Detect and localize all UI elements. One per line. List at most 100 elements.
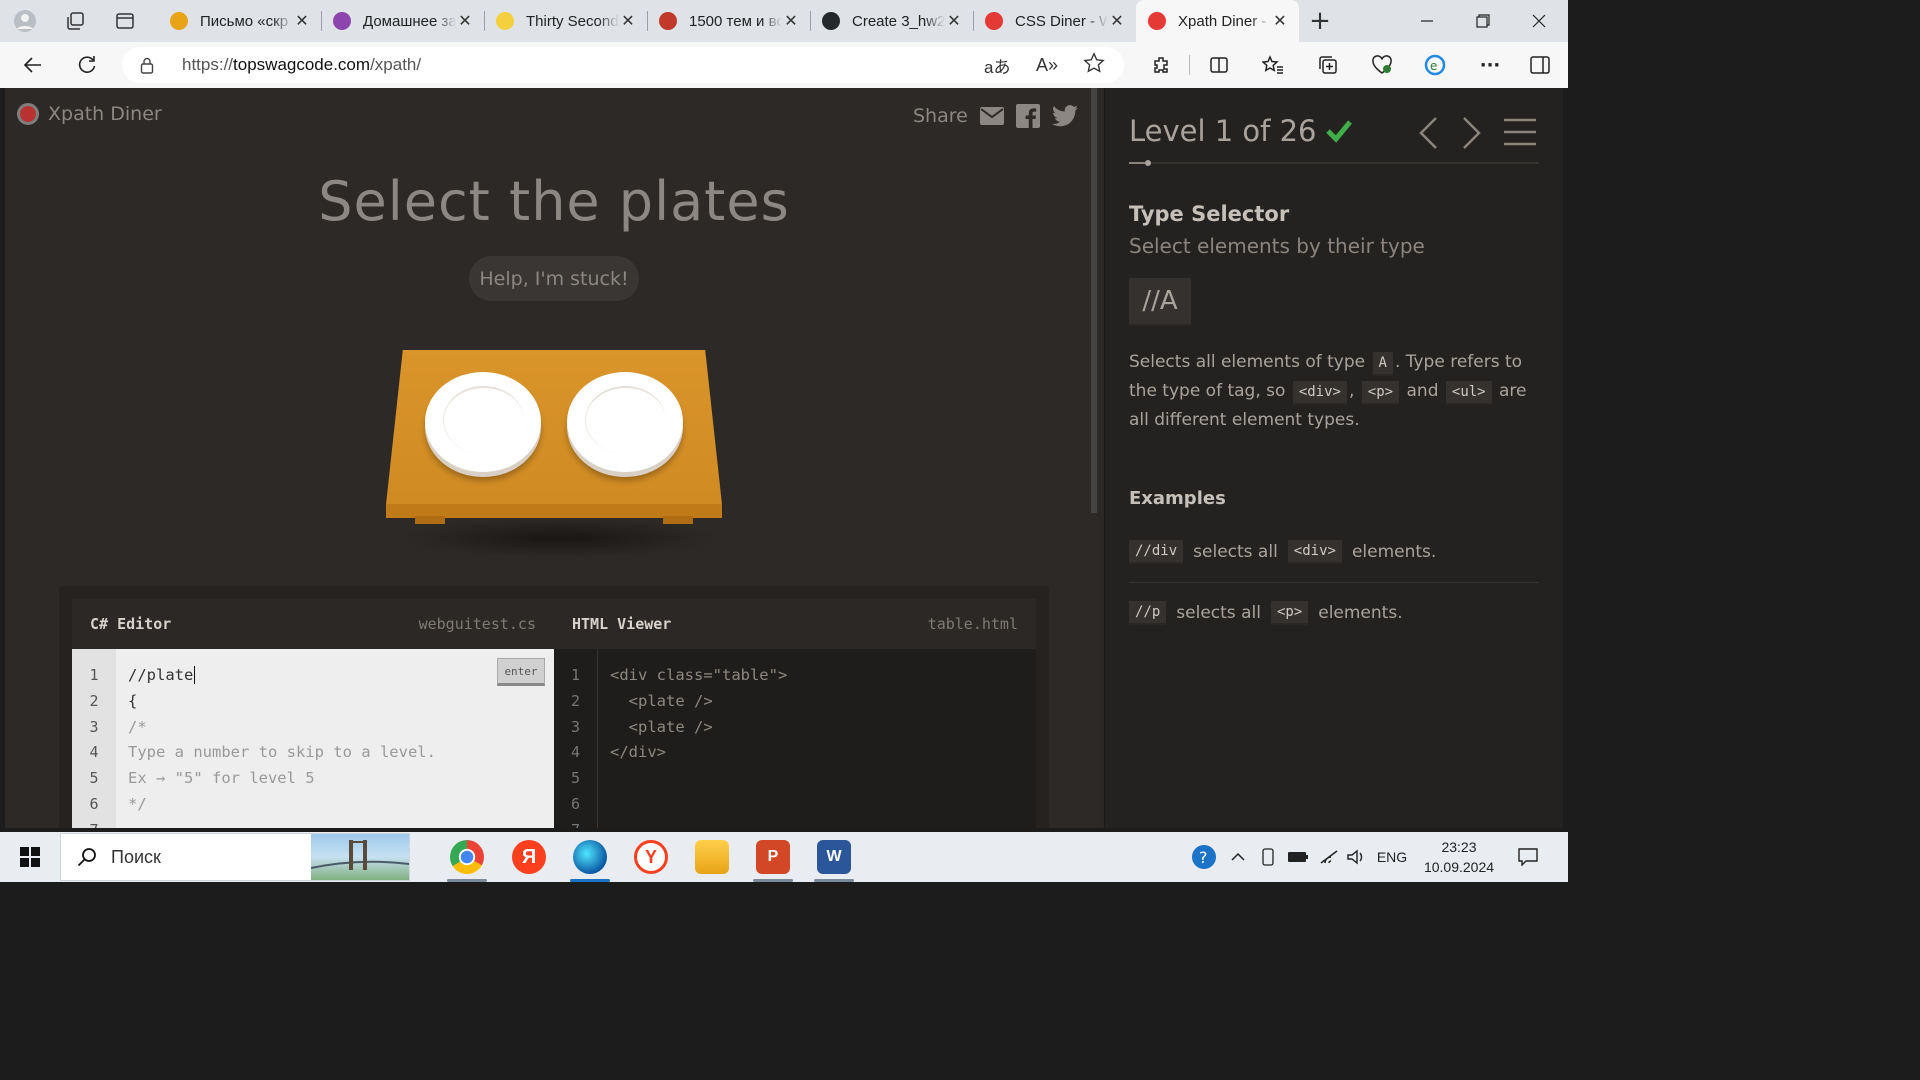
edge-icon[interactable]	[573, 840, 607, 874]
clock-date: 10.09.2024	[1423, 859, 1495, 875]
favicon-icon	[822, 12, 840, 30]
selector-input[interactable]: //plate{/* Type a number to skip to a lev…	[116, 649, 554, 828]
more-menu-icon[interactable]: ···	[1470, 42, 1510, 88]
browser-tab[interactable]: Письмо «скр ✕	[158, 0, 321, 42]
facebook-icon[interactable]	[1015, 104, 1040, 128]
html-markup: <div class="table"> <plate /> <plate /> <…	[610, 666, 788, 762]
plate[interactable]	[425, 372, 541, 472]
tab-title: Create 3_hw2	[852, 12, 945, 30]
restore-button[interactable]	[1455, 0, 1511, 42]
back-button[interactable]	[8, 42, 58, 88]
close-tab-icon[interactable]: ✕	[945, 11, 963, 31]
tab-title: CSS Diner - W	[1015, 12, 1108, 30]
running-indicator	[753, 879, 793, 882]
url-field[interactable]: https://topswagcode.com/xpath/ aあ A»	[122, 47, 1124, 83]
minimize-button[interactable]	[1399, 0, 1455, 42]
browser-tab[interactable]: Thirty Second ✕	[484, 0, 647, 42]
translate-icon[interactable]: aあ	[984, 53, 1010, 78]
level-menu-icon[interactable]	[1503, 118, 1537, 150]
yandex-browser-icon[interactable]: Y	[634, 840, 668, 874]
favorites-icon[interactable]	[1253, 42, 1293, 88]
favicon-icon	[1148, 12, 1166, 30]
chrome-icon[interactable]	[450, 840, 484, 874]
brand-label: Xpath Diner	[48, 103, 162, 125]
logo-icon	[17, 103, 39, 125]
html-viewer: HTML Viewer table.html 1234567 <div clas…	[554, 599, 1036, 828]
word-icon[interactable]: W	[817, 840, 851, 874]
brand[interactable]: Xpath Diner	[17, 103, 162, 125]
url-path: /xpath/	[370, 55, 422, 74]
email-icon[interactable]	[979, 107, 1004, 125]
new-tab-button[interactable]: +	[1299, 0, 1341, 42]
profile-icon[interactable]	[0, 0, 50, 42]
help-button[interactable]: Help, I'm stuck!	[469, 256, 639, 301]
favicon-icon	[333, 12, 351, 30]
tab-title: Xpath Diner -	[1178, 12, 1267, 30]
split-screen-icon[interactable]	[1199, 42, 1239, 88]
close-tab-icon[interactable]: ✕	[1108, 11, 1126, 31]
browser-tab[interactable]: 1500 тем и во ✕	[647, 0, 810, 42]
plate[interactable]	[567, 372, 683, 472]
reload-button[interactable]	[62, 42, 112, 88]
extensions-icon[interactable]	[1141, 42, 1181, 88]
code-chip: <p>	[1361, 381, 1400, 405]
favicon-icon	[496, 12, 514, 30]
enter-button[interactable]: enter	[497, 658, 545, 686]
code-chip: <div>	[1292, 381, 1347, 405]
editor-panel: C# Editor webguitest.cs 1234567 //plate{…	[59, 586, 1049, 828]
viewer-title: HTML Viewer	[572, 615, 672, 633]
vertical-tabs-icon[interactable]	[100, 0, 150, 42]
browser-essentials-icon[interactable]	[1362, 42, 1402, 88]
close-tab-icon[interactable]: ✕	[1271, 11, 1289, 31]
read-aloud-icon[interactable]: A»	[1036, 55, 1058, 76]
webpage: Xpath Diner Share Select the plates Help…	[5, 88, 1563, 828]
css-editor: C# Editor webguitest.cs 1234567 //plate{…	[72, 599, 554, 828]
next-level-icon[interactable]	[1461, 116, 1483, 154]
url-prefix: https://	[182, 55, 234, 74]
clock[interactable]: 23:23 10.09.2024	[1416, 832, 1502, 882]
divider	[1129, 582, 1539, 583]
browser-tab[interactable]: Xpath Diner - ✕	[1136, 0, 1299, 42]
close-tab-icon[interactable]: ✕	[456, 11, 474, 31]
favorite-star-icon[interactable]	[1083, 51, 1105, 79]
url-host: topswagcode.com	[233, 55, 371, 74]
close-tab-icon[interactable]: ✕	[293, 11, 311, 31]
game-pane: Xpath Diner Share Select the plates Help…	[5, 88, 1098, 828]
lock-icon[interactable]	[122, 57, 172, 74]
taskbar-search[interactable]: Поиск	[60, 833, 410, 881]
running-indicator	[814, 879, 854, 882]
file-explorer-icon[interactable]	[695, 840, 729, 874]
browser-tab[interactable]: Домашнее за ✕	[321, 0, 484, 42]
wifi-icon[interactable]	[1316, 832, 1342, 882]
collections-icon[interactable]	[1308, 42, 1348, 88]
favicon-icon	[170, 12, 188, 30]
help-icon[interactable]: ?	[1188, 832, 1220, 882]
volume-icon[interactable]	[1344, 832, 1368, 882]
device-icon[interactable]	[1256, 832, 1280, 882]
browser-tab[interactable]: Create 3_hw2 ✕	[810, 0, 973, 42]
browser-tab[interactable]: CSS Diner - W ✕	[973, 0, 1136, 42]
edge-copilot-icon[interactable]: e	[1415, 42, 1455, 88]
notifications-icon[interactable]	[1512, 832, 1544, 882]
close-tab-icon[interactable]: ✕	[619, 11, 637, 31]
close-tab-icon[interactable]: ✕	[782, 11, 800, 31]
chevron-up-icon[interactable]	[1226, 832, 1250, 882]
viewer-header: HTML Viewer table.html	[554, 599, 1036, 649]
code-chip: A	[1372, 352, 1393, 376]
running-indicator	[570, 879, 610, 882]
search-icon	[77, 848, 96, 867]
favicon-icon	[659, 12, 677, 30]
table-leg	[415, 516, 445, 524]
yandex-icon[interactable]: Я	[512, 840, 546, 874]
start-button[interactable]	[8, 832, 52, 882]
twitter-icon[interactable]	[1051, 105, 1078, 127]
language-indicator[interactable]: ENG	[1372, 832, 1412, 882]
close-window-button[interactable]	[1511, 0, 1567, 42]
selector-subtitle: Select elements by their type	[1129, 234, 1425, 258]
pane-scrollbar[interactable]	[1091, 88, 1097, 513]
battery-icon[interactable]	[1284, 832, 1312, 882]
powerpoint-icon[interactable]: P	[756, 840, 790, 874]
sidebar-toggle-icon[interactable]	[1520, 42, 1560, 88]
previous-level-icon[interactable]	[1417, 116, 1439, 154]
workspaces-icon[interactable]	[50, 0, 100, 42]
